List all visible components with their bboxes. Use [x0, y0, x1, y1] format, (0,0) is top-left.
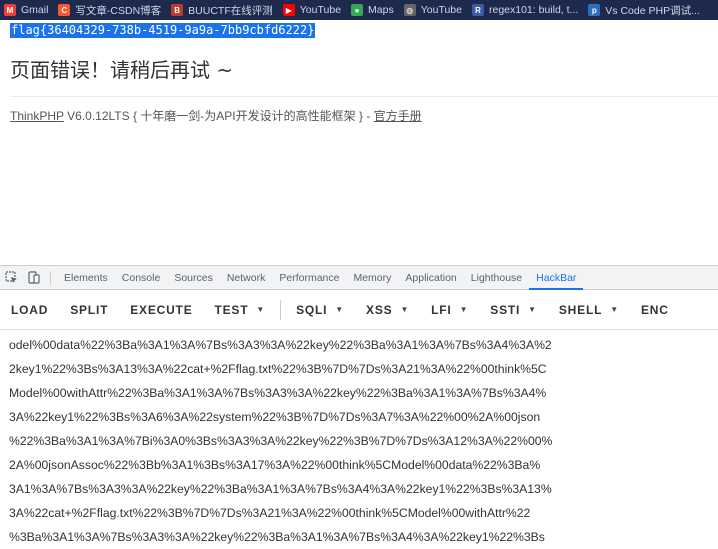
sqli-button[interactable]: SQLI ▼ [285, 290, 355, 329]
tab-network[interactable]: Network [220, 266, 273, 290]
bookmark-item[interactable]: Rregex101: build, t... [468, 0, 584, 20]
error-title: 页面错误！请稍后再试 ~ [10, 58, 234, 82]
url-text-line: 2A%00jsonAssoc%22%3Bb%3A1%3Bs%3A17%3A%22… [9, 458, 541, 472]
maps-pin-icon: ● [351, 4, 364, 16]
button-label: SQLI [296, 302, 328, 317]
tab-memory[interactable]: Memory [346, 266, 398, 290]
bookmark-item[interactable]: C 写文章-CSDN博客 [54, 0, 167, 20]
url-text-line: 3A%22cat+%2Fflag.txt%22%3B%7D%7Ds%3A21%3… [9, 506, 531, 520]
bookmark-label: 写文章-CSDN博客 [75, 4, 162, 17]
button-label: TEST [214, 302, 249, 317]
framework-info: ThinkPHP V6.0.12LTS { 十年磨一剑-为API开发设计的高性能… [10, 107, 422, 124]
tab-separator [50, 270, 51, 285]
button-label: LOAD [11, 302, 49, 317]
bookmark-item[interactable]: ▶ YouTube [279, 0, 347, 20]
caret-down-icon: ▼ [459, 304, 469, 314]
bookmark-item[interactable]: ● Maps [347, 0, 400, 20]
youtube-icon: ▶ [282, 4, 295, 16]
button-label: XSS [366, 302, 393, 317]
tab-lighthouse[interactable]: Lighthouse [464, 266, 529, 290]
bookmark-label: YouTube [299, 4, 342, 16]
framework-version: V6.0.12LTS { 十年磨一剑-为API开发设计的高性能框架 } - [63, 109, 374, 123]
hackbar-url-textarea[interactable]: odel%00data%22%3Ba%3A1%3A%7Bs%3A3%3A%22k… [0, 330, 718, 549]
load-button[interactable]: LOAD [0, 290, 59, 329]
xss-button[interactable]: XSS ▼ [355, 290, 420, 329]
divider [10, 96, 718, 97]
button-label: LFI [431, 302, 452, 317]
device-toggle-icon[interactable] [22, 266, 44, 290]
bookmark-label: Vs Code PHP调试... [605, 4, 700, 17]
thinkphp-link[interactable]: ThinkPHP [10, 109, 64, 123]
manual-link[interactable]: 官方手册 [374, 109, 422, 123]
tab-performance[interactable]: Performance [272, 266, 346, 290]
tab-hackbar[interactable]: HackBar [529, 266, 584, 290]
tab-application[interactable]: Application [398, 266, 463, 290]
bookmark-item[interactable]: M Gmail [0, 0, 54, 20]
test-button[interactable]: TEST ▼ [204, 290, 277, 329]
url-text-line: %22%3Ba%3A1%3A%7Bi%3A0%3Bs%3A3%3A%22key%… [9, 434, 553, 448]
split-button[interactable]: SPLIT [59, 290, 119, 329]
regex101-icon: R [471, 4, 484, 16]
caret-down-icon: ▼ [335, 304, 345, 314]
execute-button[interactable]: EXECUTE [119, 290, 203, 329]
globe-icon: ◍ [403, 4, 416, 16]
csdn-icon: C [58, 4, 71, 16]
caret-down-icon: ▼ [528, 304, 537, 314]
caret-down-icon: ▼ [400, 304, 410, 314]
devtools-panel: Elements Console Sources Network Performance… [0, 265, 718, 545]
button-label: EXECUTE [130, 302, 193, 317]
bookmarks-bar: M Gmail C 写文章-CSDN博客 B BUUCTF在线评测 ▶ YouTube ● Map… [0, 0, 718, 20]
php-icon: p [588, 4, 601, 16]
button-label: SPLIT [70, 302, 109, 317]
selected-flag-text[interactable]: flag{36404329-738b-4519-9a9a-7bb9cbfd622… [10, 23, 316, 38]
url-text-line: 2key1%22%3Bs%3A13%3A%22cat+%2Fflag.txt%2… [9, 362, 547, 376]
url-text-line: Model%00withAttr%22%3Ba%3A1%3A%7Bs%3A3%3… [9, 386, 547, 400]
tab-sources[interactable]: Sources [167, 266, 220, 290]
toolbar-divider [280, 299, 282, 320]
bookmark-label: Maps [368, 4, 394, 16]
bookmark-item[interactable]: ◍ YouTube [400, 0, 468, 20]
mail-icon: M [4, 4, 16, 16]
tab-console[interactable]: Console [115, 266, 168, 290]
button-label: ENC [640, 302, 669, 317]
enc-button[interactable]: ENC [630, 290, 680, 329]
url-text-line: 3A%22key1%22%3Bs%3A6%3A%22system%22%3B%7… [9, 410, 541, 424]
devtools-tabbar: Elements Console Sources Network Performance… [0, 266, 718, 290]
bookmark-item[interactable]: B BUUCTF在线评测 [167, 0, 279, 20]
bookmark-label: YouTube [420, 4, 462, 16]
inspect-element-icon[interactable] [0, 266, 22, 290]
caret-down-icon: ▼ [610, 304, 619, 314]
buuctf-icon: B [171, 4, 184, 16]
button-label: SHELL [558, 302, 603, 317]
bookmark-label: BUUCTF在线评测 [188, 4, 273, 17]
page-content: flag{36404329-738b-4519-9a9a-7bb9cbfd622… [0, 20, 718, 265]
bookmark-item[interactable]: p Vs Code PHP调试... [584, 0, 706, 20]
tab-elements[interactable]: Elements [57, 266, 115, 290]
shell-button[interactable]: SHELL ▼ [548, 290, 630, 329]
ssti-button[interactable]: SSTI ▼ [479, 290, 548, 329]
bookmark-label: Gmail [21, 4, 49, 16]
url-text-line: %3Ba%3A1%3A%7Bs%3A3%3A%22key%22%3Ba%3A1%… [9, 530, 545, 544]
hackbar-toolbar: LOAD SPLIT EXECUTE TEST ▼ SQLI ▼ XSS ▼ LFI ▼ SSTI ▼ S… [0, 290, 718, 330]
lfi-button[interactable]: LFI ▼ [420, 290, 479, 329]
button-label: SSTI [490, 302, 521, 317]
caret-down-icon: ▼ [256, 304, 266, 314]
url-text-line: odel%00data%22%3Ba%3A1%3A%7Bs%3A3%3A%22k… [9, 338, 552, 352]
url-text-line: 3A1%3A%7Bs%3A3%3A%22key%22%3Ba%3A1%3A%7B… [9, 482, 552, 496]
bookmark-label: regex101: build, t... [488, 4, 579, 16]
